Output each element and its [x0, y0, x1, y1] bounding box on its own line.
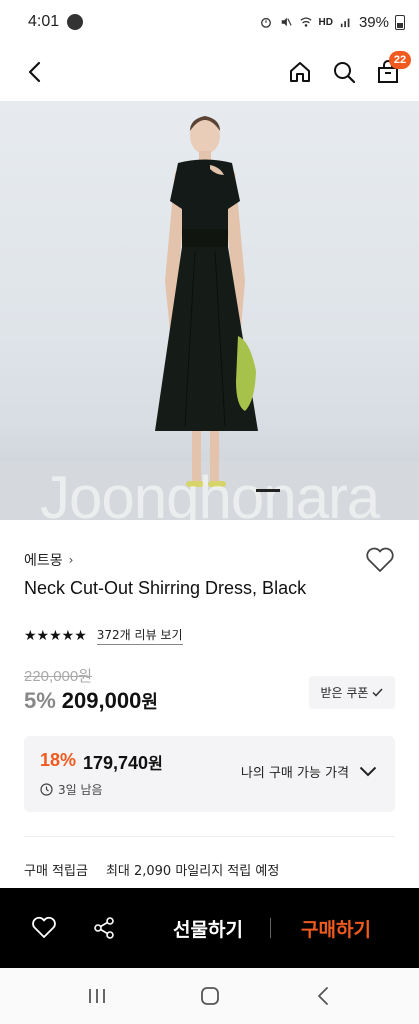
best-price-value: 179,740 [83, 753, 149, 773]
back-arrow-icon [317, 987, 328, 1005]
button-separator [270, 918, 271, 938]
sale-price-value: 209,000 [61, 688, 142, 713]
best-price-amount: 179,740원 [83, 750, 163, 774]
back-button[interactable] [16, 54, 52, 90]
cart-button[interactable]: 22 [373, 51, 411, 87]
system-nav-bar [0, 968, 419, 1024]
network-label: HD [318, 16, 333, 28]
sale-price: 209,000원 [62, 688, 158, 714]
share-button[interactable] [84, 908, 124, 948]
my-best-price-box[interactable]: 18% 179,740원 3일 남음 나의 구매 가능 가격 [24, 736, 395, 812]
recents-button[interactable] [77, 976, 117, 1016]
check-icon [372, 688, 384, 697]
product-image[interactable]: Joonghonara [0, 101, 419, 520]
home-icon [290, 62, 310, 82]
best-price-unit: 원 [148, 754, 163, 773]
status-time: 4:01 [28, 13, 60, 30]
original-price: 220,000원 [24, 668, 93, 685]
buy-button[interactable]: 구매하기 [280, 915, 392, 942]
price-row: 5% 209,000원 [24, 688, 158, 714]
status-bar: 4:01 HD 39% [0, 0, 419, 44]
points-row: 구매 적립금 최대 2,090 마일리지 적립 예정 [24, 860, 279, 879]
app-notification-icon [67, 14, 84, 30]
remaining-time: 3일 남음 [40, 781, 103, 798]
share-icon [94, 917, 114, 939]
header-actions: 22 [285, 51, 411, 87]
carousel-indicator [256, 489, 280, 492]
brand-link[interactable]: 에트몽 › [24, 550, 73, 570]
search-icon [334, 62, 356, 84]
battery-percent: 39% [358, 13, 389, 31]
points-label: 구매 적립금 [24, 864, 88, 879]
received-coupon-button[interactable]: 받은 쿠폰 [309, 676, 395, 709]
product-title: Neck Cut-Out Shirring Dress, Black [24, 578, 307, 598]
model-photo [0, 116, 419, 520]
sale-price-unit: 원 [141, 692, 158, 713]
bottom-action-bar: 선물하기 구매하기 [0, 888, 419, 968]
mute-icon [281, 17, 292, 27]
best-price-toggle-label: 나의 구매 가능 가격 [240, 766, 349, 781]
points-value: 최대 2,090 마일리지 적립 예정 [105, 864, 280, 879]
chevron-left-icon [28, 61, 41, 83]
discount-rate: 5% [24, 688, 56, 713]
wifi-icon [299, 17, 312, 27]
section-divider [24, 836, 395, 837]
battery-icon [395, 14, 405, 30]
like-button[interactable] [24, 908, 64, 948]
clock-icon [40, 783, 53, 796]
coupon-label: 받은 쿠폰 [320, 686, 369, 700]
status-icons: HD 39% [259, 14, 405, 31]
gift-button[interactable]: 선물하기 [150, 915, 266, 942]
home-circle-icon [200, 987, 219, 1005]
header: 22 [0, 44, 419, 100]
heart-icon [32, 916, 56, 938]
search-button[interactable] [329, 57, 359, 87]
home-nav-button[interactable] [190, 976, 230, 1016]
alarm-icon [260, 17, 271, 28]
brand-row: 에트몽 › [24, 546, 395, 574]
home-button[interactable] [285, 57, 315, 87]
cart-count-badge: 22 [389, 51, 411, 69]
remaining-label: 3일 남음 [58, 783, 103, 797]
signal-icon [340, 18, 350, 28]
back-nav-button[interactable] [303, 976, 343, 1016]
wishlist-heart-icon[interactable] [365, 546, 395, 574]
rating-row: ★★★★★ 372개 리뷰 보기 [24, 626, 183, 645]
chevron-down-icon [359, 766, 377, 777]
review-link[interactable]: 372개 리뷰 보기 [96, 626, 183, 645]
image-watermark: Joonghonara [40, 464, 380, 520]
brand-name: 에트몽 [24, 553, 63, 569]
recents-icon [88, 989, 105, 1003]
chevron-right-icon: › [68, 553, 74, 567]
rating-stars: ★★★★★ [24, 627, 87, 644]
best-discount-rate: 18% [40, 750, 77, 770]
best-price-toggle[interactable]: 나의 구매 가능 가격 [241, 762, 377, 781]
